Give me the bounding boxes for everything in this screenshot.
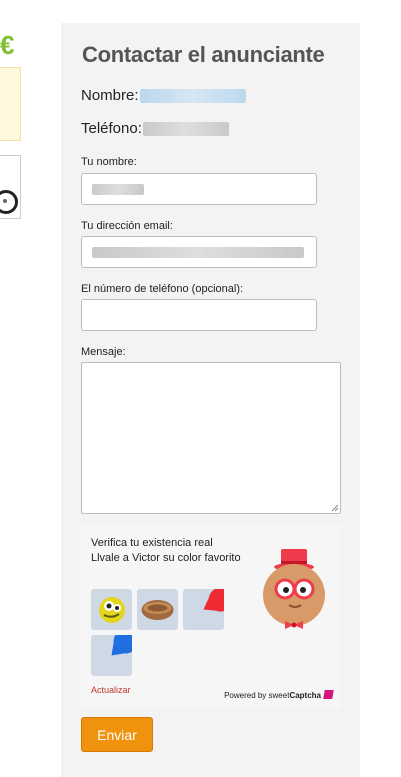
captcha-widget: Verifica tu existencia real Llvale a Vic… — [81, 525, 341, 709]
seller-phone-redacted — [142, 122, 229, 137]
sweetcaptcha-logo-icon — [323, 690, 334, 699]
email-input-value-redacted — [92, 247, 304, 258]
captcha-option-blue-pacman[interactable] — [91, 629, 138, 676]
captcha-option-red-pacman[interactable] — [183, 587, 233, 630]
yellow-ball-icon — [99, 597, 125, 623]
captcha-option-wooden-bowl[interactable] — [137, 589, 178, 630]
listing-thumbnail[interactable] — [0, 155, 21, 219]
captcha-line-2: Llvale a Victor su color favorito — [91, 552, 241, 564]
red-pacman-icon — [203, 587, 233, 612]
captcha-branding[interactable]: Powered by sweetCaptcha — [224, 690, 334, 700]
contact-panel: Contactar el anunciante Nombre: Teléfono… — [61, 23, 360, 777]
message-field-label: Mensaje: — [81, 346, 126, 358]
captcha-instructions: Verifica tu existencia real Llvale a Vic… — [91, 536, 241, 566]
name-input-value-redacted — [92, 184, 144, 195]
seller-phone-label: Teléfono: — [81, 120, 142, 137]
phone-field-label: El número de teléfono (opcional): — [81, 283, 244, 295]
seller-name-redacted — [139, 89, 246, 104]
email-input[interactable] — [81, 236, 317, 268]
send-button[interactable]: Enviar — [81, 717, 153, 752]
seller-name-label: Nombre: — [81, 87, 139, 104]
message-textarea[interactable] — [81, 362, 341, 514]
email-field-label: Tu dirección email: — [81, 220, 173, 232]
seller-name-row: Nombre: — [81, 87, 246, 104]
captcha-option-yellow-ball[interactable] — [91, 589, 132, 630]
seller-phone-row: Teléfono: — [81, 120, 229, 137]
captcha-line-1: Verifica tu existencia real — [91, 537, 213, 549]
resize-grip-icon[interactable] — [331, 504, 339, 512]
name-input[interactable] — [81, 173, 317, 205]
wooden-bowl-icon — [141, 600, 174, 620]
captcha-brand-name: Captcha — [289, 691, 321, 700]
victor-mascot-icon — [263, 549, 325, 629]
price-box — [0, 67, 21, 141]
panel-title: Contactar el anunciante — [82, 42, 325, 67]
captcha-refresh-link[interactable]: Actualizar — [91, 685, 131, 695]
powered-by-text: Powered by sweet — [224, 691, 290, 700]
wheel-icon — [0, 190, 18, 214]
price-currency: € — [0, 30, 15, 60]
blue-pacman-icon — [111, 629, 138, 656]
name-field-label: Tu nombre: — [81, 156, 137, 168]
phone-input[interactable] — [81, 299, 317, 331]
